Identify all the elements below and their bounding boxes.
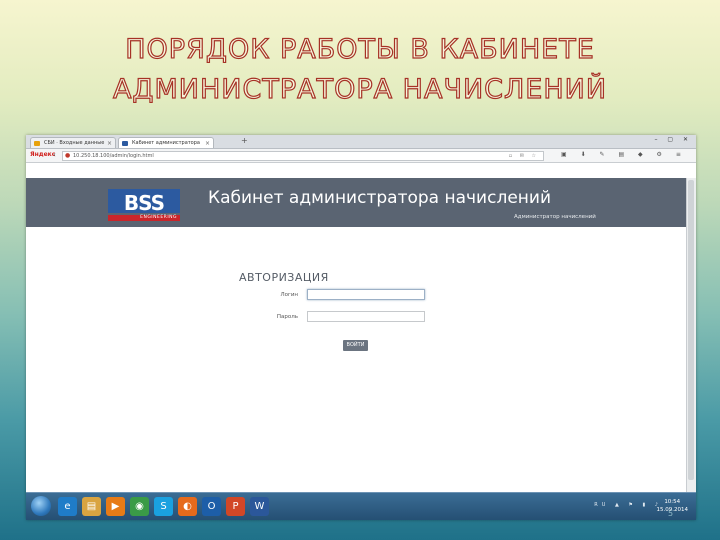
powerpoint-icon[interactable]: P — [226, 497, 245, 516]
login-field[interactable] — [307, 289, 425, 300]
tab-label: СБИ · Входные данные — [44, 140, 105, 146]
bss-logo: BSS ENGINEERING — [108, 189, 180, 222]
start-button[interactable] — [31, 496, 51, 516]
tab-label: Кабинет администратора — [132, 140, 200, 146]
logo-text: BSS — [108, 189, 180, 215]
firefox-icon[interactable]: ◐ — [178, 497, 197, 516]
word-icon[interactable]: W — [250, 497, 269, 516]
slide-number: 5 — [668, 509, 674, 518]
close-icon[interactable]: × — [205, 138, 210, 148]
login-button[interactable]: ВОЙТИ — [343, 340, 368, 351]
address-bar[interactable]: ● 10.250.18.100/admin/login.html ▫ ✉ ☆ — [62, 151, 544, 161]
close-icon[interactable]: × — [107, 138, 112, 148]
favicon-icon — [122, 141, 128, 146]
address-text: 10.250.18.100/admin/login.html — [73, 153, 154, 159]
windows-taskbar: e ▤ ▶ ◉ S ◐ O P W RU ▲ ⚑ ▮ ♪ 10:54 15.09.2014 — [26, 492, 696, 520]
logo-subtext: ENGINEERING — [108, 215, 180, 221]
media-player-icon[interactable]: ▶ — [106, 497, 125, 516]
window-controls[interactable]: – ▢ ✕ — [654, 136, 692, 143]
clock-time: 10:54 — [664, 499, 681, 505]
internet-explorer-icon[interactable]: e — [58, 497, 77, 516]
skype-icon[interactable]: S — [154, 497, 173, 516]
chrome-icon[interactable]: ◉ — [130, 497, 149, 516]
login-label: Логин — [280, 292, 298, 298]
password-field[interactable] — [307, 311, 425, 322]
page-header: BSS ENGINEERING Кабинет администратора н… — [26, 178, 687, 227]
tab-bar: СБИ · Входные данные × Кабинет администр… — [26, 135, 696, 149]
page-title: Кабинет администратора начислений — [208, 188, 551, 208]
outlook-icon[interactable]: O — [202, 497, 221, 516]
back-arrow-icon[interactable]: ‹ — [53, 151, 56, 159]
user-role-label: Администратор начислений — [514, 214, 596, 220]
language-indicator[interactable]: RU — [594, 502, 609, 508]
tab-sbi[interactable]: СБИ · Входные данные × — [30, 137, 116, 148]
toolbar-icons[interactable]: ▣ ⬇ ✎ ▤ ◆ ⚙ ≡ — [561, 151, 687, 158]
lock-icon: ● — [65, 152, 71, 159]
slide-title-line1: ПОРЯДОК РАБОТЫ В КАБИНЕТЕ — [125, 33, 595, 65]
file-explorer-icon[interactable]: ▤ — [82, 497, 101, 516]
slide-title-line2: АДМИНИСТРАТОРА НАЧИСЛЕНИЙ — [112, 73, 608, 105]
new-tab-button[interactable]: + — [241, 136, 248, 145]
scrollbar-thumb[interactable] — [688, 180, 694, 480]
auth-heading: АВТОРИЗАЦИЯ — [239, 271, 329, 284]
browser-screenshot: СБИ · Входные данные × Кабинет администр… — [26, 135, 696, 520]
navigation-bar: Яндекс ‹ ● 10.250.18.100/admin/login.htm… — [26, 149, 696, 163]
address-bar-icons[interactable]: ▫ ✉ ☆ — [509, 152, 539, 160]
password-label: Пароль — [276, 314, 298, 320]
system-tray[interactable]: RU ▲ ⚑ ▮ ♪ — [594, 502, 662, 508]
browser-brand[interactable]: Яндекс — [30, 151, 55, 158]
favicon-icon — [34, 141, 40, 146]
tab-admin-cabinet[interactable]: Кабинет администратора × — [118, 137, 214, 148]
slide-title: ПОРЯДОК РАБОТЫ В КАБИНЕТЕ АДМИНИСТРАТОРА… — [0, 30, 720, 110]
page-scrollbar[interactable] — [686, 178, 696, 492]
